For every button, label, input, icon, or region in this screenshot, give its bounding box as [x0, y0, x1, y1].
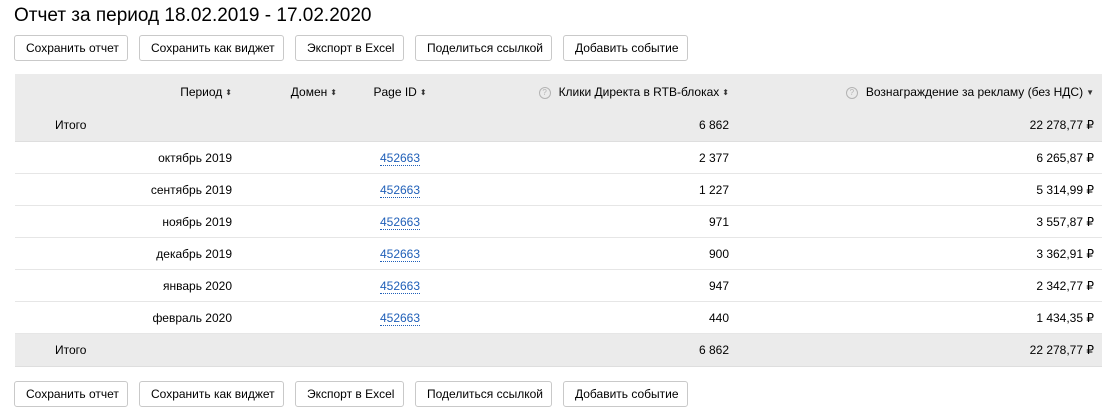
table-row: февраль 2020 452663 440 1 434,35 ₽: [15, 301, 1102, 334]
column-label: Page ID: [373, 84, 417, 99]
page-id-link[interactable]: 452663: [379, 150, 421, 166]
sort-icon: ⬍: [419, 87, 427, 97]
column-header-page-id[interactable]: Page ID ⬍: [345, 74, 455, 109]
sort-desc-icon: ▼: [1086, 87, 1094, 97]
reward-cell: 6 265,87 ₽: [737, 141, 1102, 174]
total-label: Итого: [15, 109, 240, 142]
table-row: январь 2020 452663 947 2 342,77 ₽: [15, 269, 1102, 302]
clicks-cell: 947: [455, 269, 737, 302]
page-id-link[interactable]: 452663: [379, 278, 421, 294]
table-row: ноябрь 2019 452663 971 3 557,87 ₽: [15, 205, 1102, 238]
save-as-widget-button[interactable]: Сохранить как виджет: [139, 35, 284, 61]
page-id-link[interactable]: 452663: [379, 246, 421, 262]
table-row: сентябрь 2019 452663 1 227 5 314,99 ₽: [15, 173, 1102, 206]
export-excel-button[interactable]: Экспорт в Excel: [295, 35, 404, 61]
save-as-widget-button[interactable]: Сохранить как виджет: [139, 381, 284, 407]
share-link-button[interactable]: Поделиться ссылкой: [415, 35, 552, 61]
reward-cell: 3 557,87 ₽: [737, 205, 1102, 238]
column-header-domain[interactable]: Домен ⬍: [240, 74, 345, 109]
total-clicks: 6 862: [455, 109, 737, 142]
share-link-button[interactable]: Поделиться ссылкой: [415, 381, 552, 407]
help-icon[interactable]: ?: [538, 86, 551, 99]
period-cell: ноябрь 2019: [15, 205, 240, 238]
total-row: Итого 6 862 22 278,77 ₽: [15, 333, 1102, 367]
clicks-cell: 971: [455, 205, 737, 238]
column-header-period[interactable]: Период ⬍: [15, 74, 240, 109]
export-excel-button[interactable]: Экспорт в Excel: [295, 381, 404, 407]
column-label: Клики Директа в RTB-блоках: [558, 84, 720, 99]
clicks-cell: 440: [455, 301, 737, 334]
total-reward: 22 278,77 ₽: [737, 109, 1102, 142]
period-cell: январь 2020: [15, 269, 240, 302]
total-label: Итого: [15, 333, 240, 367]
add-event-button[interactable]: Добавить событие: [563, 35, 688, 61]
column-header-reward[interactable]: ? Вознаграждение за рекламу (без НДС) ▼: [737, 74, 1102, 109]
help-icon[interactable]: ?: [845, 86, 858, 99]
reward-cell: 3 362,91 ₽: [737, 237, 1102, 270]
table-row: декабрь 2019 452663 900 3 362,91 ₽: [15, 237, 1102, 270]
total-row: Итого 6 862 22 278,77 ₽: [15, 109, 1102, 142]
total-clicks: 6 862: [455, 333, 737, 367]
page-title: Отчет за период 18.02.2019 - 17.02.2020: [14, 5, 372, 26]
page-id-link[interactable]: 452663: [379, 182, 421, 198]
page-id-link[interactable]: 452663: [379, 214, 421, 230]
period-cell: октябрь 2019: [15, 141, 240, 174]
clicks-cell: 1 227: [455, 173, 737, 206]
column-label: Домен: [290, 84, 328, 99]
toolbar-bottom: Сохранить отчет Сохранить как виджет Экс…: [14, 381, 699, 407]
column-label: Вознаграждение за рекламу (без НДС): [865, 84, 1084, 99]
page-id-link[interactable]: 452663: [379, 310, 421, 326]
sort-icon: ⬍: [722, 87, 729, 97]
save-report-button[interactable]: Сохранить отчет: [14, 381, 128, 407]
period-cell: февраль 2020: [15, 301, 240, 334]
column-label: Период: [180, 84, 223, 99]
period-cell: сентябрь 2019: [15, 173, 240, 206]
reward-cell: 2 342,77 ₽: [737, 269, 1102, 302]
report-table: Период ⬍ Домен ⬍ Page ID ⬍ ? Клики Директа в…: [15, 74, 1102, 367]
add-event-button[interactable]: Добавить событие: [563, 381, 688, 407]
reward-cell: 5 314,99 ₽: [737, 173, 1102, 206]
table-header: Период ⬍ Домен ⬍ Page ID ⬍ ? Клики Директа в…: [15, 74, 1102, 109]
sort-icon: ⬍: [225, 87, 232, 97]
period-cell: декабрь 2019: [15, 237, 240, 270]
toolbar-top: Сохранить отчет Сохранить как виджет Экс…: [14, 35, 699, 61]
reward-cell: 1 434,35 ₽: [737, 301, 1102, 334]
save-report-button[interactable]: Сохранить отчет: [14, 35, 128, 61]
sort-icon: ⬍: [330, 87, 337, 97]
column-header-clicks[interactable]: ? Клики Директа в RTB-блоках ⬍: [455, 74, 737, 109]
table-row: октябрь 2019 452663 2 377 6 265,87 ₽: [15, 141, 1102, 174]
clicks-cell: 900: [455, 237, 737, 270]
clicks-cell: 2 377: [455, 141, 737, 174]
total-reward: 22 278,77 ₽: [737, 333, 1102, 367]
